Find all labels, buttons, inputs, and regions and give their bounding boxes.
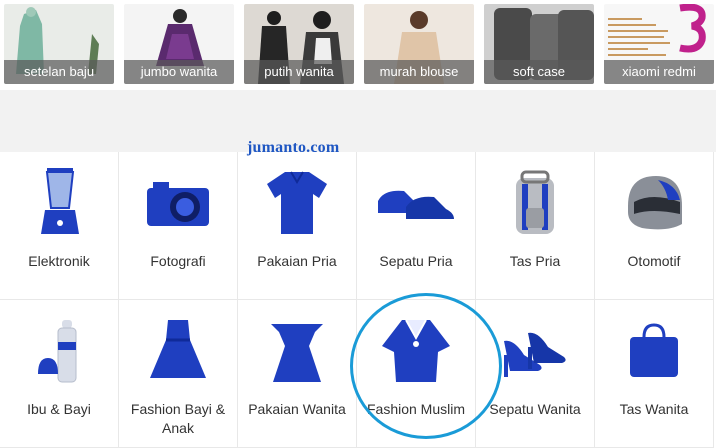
kids-dress-icon: [150, 320, 206, 378]
category-label: Fotografi: [150, 253, 206, 269]
category-label: Ibu & Bayi: [27, 401, 91, 417]
category-label: Fashion Bayi & Anak: [130, 401, 226, 436]
category-ibu-bayi[interactable]: Ibu & Bayi: [0, 300, 119, 448]
category-tas-pria[interactable]: Tas Pria: [476, 152, 595, 300]
category-label: Fashion Muslim: [366, 401, 466, 417]
category-label: Pakaian Wanita: [248, 401, 346, 417]
search-thumb-xiaomi-redmi[interactable]: xiaomi redmi: [604, 4, 714, 84]
blender-icon: [41, 168, 79, 234]
baby-bottle-icon: [38, 320, 77, 383]
category-tas-wanita[interactable]: Tas Wanita: [595, 300, 714, 448]
category-elektronik[interactable]: Elektronik: [0, 152, 119, 300]
category-fashion-muslim[interactable]: Fashion Muslim: [357, 300, 476, 448]
search-thumb-soft-case[interactable]: soft case: [484, 4, 594, 84]
search-thumb-label: jumbo wanita: [124, 60, 234, 84]
search-suggestion-strip: setelan baju jumbo wanita putih wanita m…: [0, 0, 716, 90]
category-label: Tas Pria: [509, 253, 561, 269]
search-thumb-label: xiaomi redmi: [604, 60, 714, 84]
heels-icon: [504, 332, 566, 377]
category-sepatu-wanita[interactable]: Sepatu Wanita: [476, 300, 595, 448]
backpack-icon: [516, 170, 554, 234]
search-thumb-putih-wanita[interactable]: putih wanita: [244, 4, 354, 84]
search-thumb-label: soft case: [484, 60, 594, 84]
category-label: Elektronik: [28, 253, 90, 269]
search-thumb-murah-blouse[interactable]: murah blouse: [364, 4, 474, 84]
search-thumb-label: setelan baju: [4, 60, 114, 84]
category-label: Pakaian Pria: [257, 253, 337, 269]
kaftan-icon: [382, 319, 450, 382]
category-label: Sepatu Pria: [379, 253, 453, 269]
category-fotografi[interactable]: Fotografi: [119, 152, 238, 300]
category-label: Otomotif: [627, 253, 681, 269]
handbag-icon: [630, 323, 678, 377]
category-fashion-bayi-anak[interactable]: Fashion Bayi & Anak: [119, 300, 238, 448]
category-label: Tas Wanita: [619, 401, 689, 417]
category-label: Sepatu Wanita: [489, 401, 581, 417]
category-sepatu-pria[interactable]: Sepatu Pria: [357, 152, 476, 300]
polo-shirt-icon: [267, 171, 327, 234]
women-dress-icon: [271, 324, 323, 382]
category-grid: Elektronik Fotografi Pakaian Pria Sepatu…: [0, 152, 716, 448]
divider-band: [0, 90, 716, 152]
search-thumb-label: putih wanita: [244, 60, 354, 84]
search-thumb-label: murah blouse: [364, 60, 474, 84]
helmet-icon: [628, 176, 682, 230]
category-pakaian-wanita[interactable]: Pakaian Wanita: [238, 300, 357, 448]
category-otomotif[interactable]: Otomotif: [595, 152, 714, 300]
camera-icon: [147, 182, 209, 226]
search-thumb-jumbo-wanita[interactable]: jumbo wanita: [124, 4, 234, 84]
search-thumb-setelan-baju[interactable]: setelan baju: [4, 4, 114, 84]
category-pakaian-pria[interactable]: Pakaian Pria: [238, 152, 357, 300]
men-shoes-icon: [378, 190, 454, 219]
